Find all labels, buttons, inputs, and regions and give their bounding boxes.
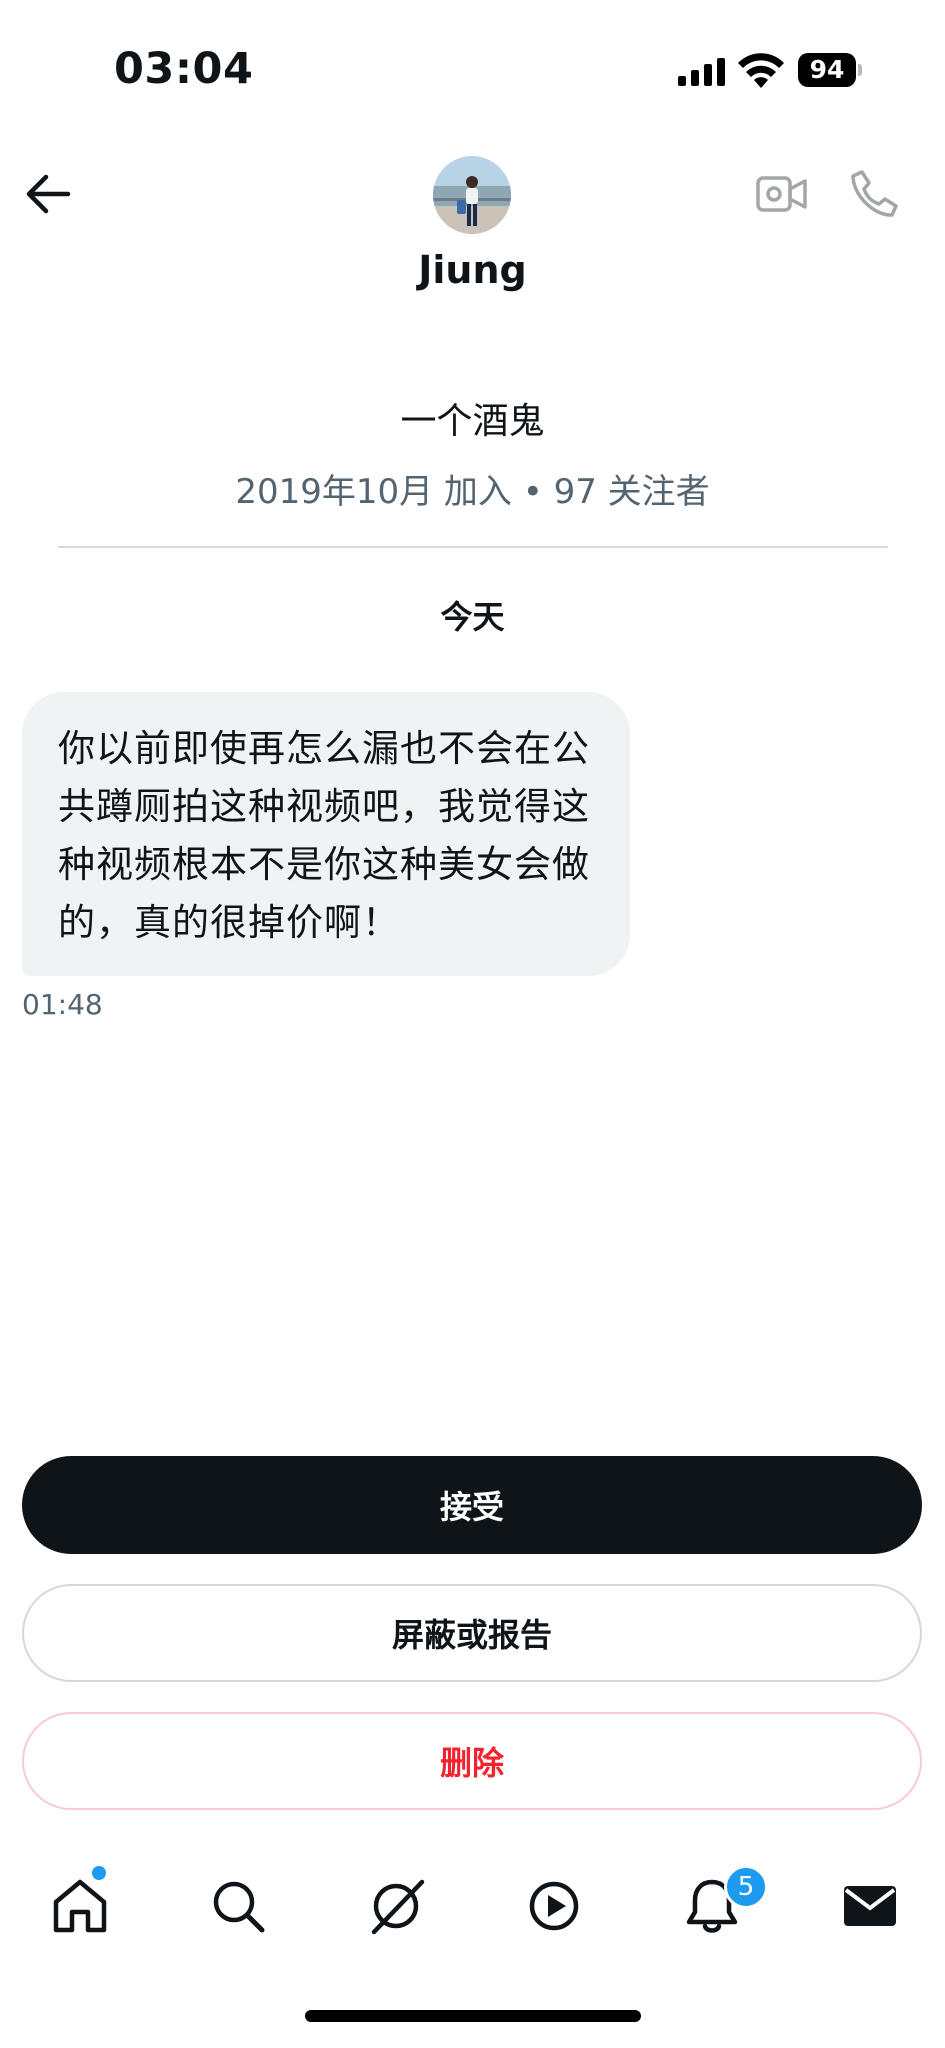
back-arrow-icon[interactable]: [24, 172, 72, 216]
date-separator: 今天: [440, 598, 505, 636]
contact-name: Jiung: [418, 248, 527, 292]
profile-bio: 一个酒鬼: [400, 401, 545, 442]
avatar-photo: [433, 156, 511, 234]
divider: [58, 546, 888, 548]
notifications-badge: 5: [724, 1865, 768, 1909]
grok-icon[interactable]: [366, 1876, 426, 1936]
message-text: 你以前即使再怎么漏也不会在公共蹲厕拍这种视频吧，我觉得这种视频根本不是你这种美女…: [58, 727, 590, 944]
video-camera-icon[interactable]: [756, 172, 808, 216]
phone-icon[interactable]: [848, 168, 900, 220]
mail-icon[interactable]: [840, 1876, 900, 1936]
battery-level: 94: [809, 55, 845, 84]
message-bubble[interactable]: 你以前即使再怎么漏也不会在公共蹲厕拍这种视频吧，我觉得这种视频根本不是你这种美女…: [22, 692, 630, 976]
accept-button[interactable]: 接受: [22, 1456, 922, 1554]
profile-meta: 2019年10月 加入 • 97 关注者: [235, 472, 710, 512]
wifi-icon: [738, 53, 784, 88]
battery-icon: 94: [798, 53, 862, 87]
status-time: 03:04: [114, 44, 254, 94]
cellular-signal-icon: [678, 58, 725, 86]
block-report-button[interactable]: 屏蔽或报告: [22, 1584, 922, 1682]
home-indicator[interactable]: [305, 2010, 641, 2022]
search-icon[interactable]: [208, 1876, 268, 1936]
video-play-icon[interactable]: [524, 1876, 584, 1936]
message-timestamp: 01:48: [22, 988, 103, 1021]
home-unread-dot: [92, 1866, 106, 1880]
delete-button[interactable]: 删除: [22, 1712, 922, 1810]
avatar[interactable]: [433, 156, 511, 234]
home-icon[interactable]: [50, 1876, 110, 1936]
